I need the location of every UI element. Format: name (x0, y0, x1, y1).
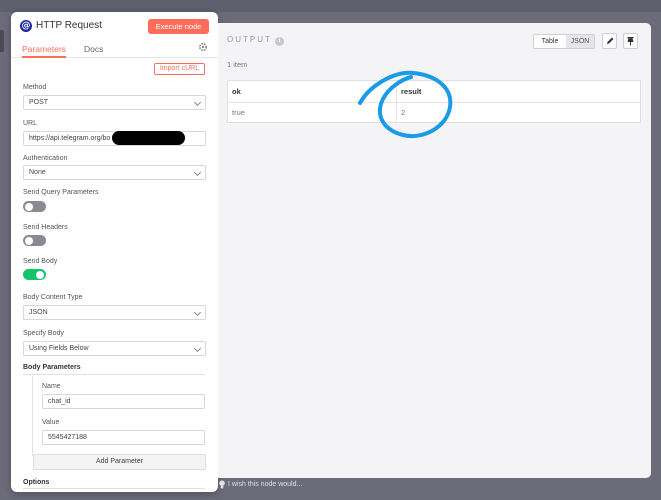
pencil-icon (607, 37, 614, 44)
toggle-knob (36, 270, 44, 279)
pin-output-button[interactable] (623, 33, 638, 49)
parameter-tabs: Parameters Docs (11, 44, 218, 58)
info-icon[interactable]: i (275, 37, 284, 46)
parameters-panel: @ HTTP Request Execute node Parameters D… (11, 12, 218, 492)
toggle-knob (25, 236, 33, 245)
url-label: URL (23, 120, 38, 127)
method-value: POST (29, 99, 49, 106)
node-title: HTTP Request (36, 20, 102, 31)
item-count: 1 item (227, 60, 248, 69)
table-cell-ok: true (232, 108, 245, 117)
param-name-label: Name (42, 383, 61, 390)
row-divider (228, 102, 640, 103)
gear-icon[interactable] (198, 42, 208, 52)
body-content-type-select[interactable]: JSON (23, 305, 206, 320)
options-label: Options (23, 479, 50, 486)
divider (23, 488, 205, 489)
view-table-button[interactable]: Table (534, 35, 566, 48)
body-content-type-label: Body Content Type (23, 294, 83, 301)
specify-body-value: Using Fields Below (29, 345, 89, 352)
param-value-input[interactable]: 5545427188 (42, 430, 205, 445)
send-headers-toggle[interactable] (23, 235, 46, 246)
tab-parameters[interactable]: Parameters (22, 44, 66, 58)
chevron-down-icon (193, 98, 202, 107)
feedback-bar: I wish this node would... (218, 478, 651, 492)
toggle-knob (25, 202, 33, 211)
column-header-result: result (401, 87, 422, 96)
output-table: ok result true 2 (227, 80, 641, 123)
specify-body-select[interactable]: Using Fields Below (23, 341, 206, 356)
send-body-label: Send Body (23, 258, 58, 265)
send-query-toggle[interactable] (23, 201, 46, 212)
pin-icon (627, 37, 634, 46)
url-value: https://api.telegram.org/bo (29, 135, 111, 142)
table-cell-result: 2 (401, 108, 406, 117)
param-group-line (32, 376, 33, 456)
output-title: OUTPUT (227, 35, 272, 44)
feedback-link[interactable]: I wish this node would... (228, 481, 302, 488)
chevron-down-icon (193, 168, 202, 177)
view-mode-toggle: Table JSON (533, 34, 595, 49)
param-value-value: 5545427188 (48, 434, 87, 441)
canvas-top-strip (0, 0, 661, 12)
method-select[interactable]: POST (23, 95, 206, 110)
chevron-down-icon (193, 344, 202, 353)
send-query-label: Send Query Parameters (23, 189, 99, 196)
specify-body-label: Specify Body (23, 330, 64, 337)
param-name-value: chat_id (48, 398, 71, 405)
add-parameter-button[interactable]: Add Parameter (33, 454, 206, 470)
authentication-select[interactable]: None (23, 165, 206, 180)
output-panel: OUTPUT i Table JSON 1 item ok result tru… (218, 23, 651, 478)
chevron-down-icon (193, 308, 202, 317)
body-content-type-value: JSON (29, 309, 48, 316)
tab-docs[interactable]: Docs (84, 44, 103, 58)
execute-node-button[interactable]: Execute node (148, 19, 209, 34)
canvas-left-handle (0, 30, 4, 52)
authentication-value: None (29, 169, 46, 176)
edit-output-button[interactable] (602, 33, 617, 49)
redaction-mark (112, 131, 185, 145)
param-name-input[interactable]: chat_id (42, 394, 205, 409)
body-parameters-label: Body Parameters (23, 364, 81, 371)
divider (23, 374, 205, 375)
node-header: @ HTTP Request Execute node (11, 12, 218, 42)
globe-icon: @ (20, 20, 32, 32)
param-value-label: Value (42, 419, 60, 426)
authentication-label: Authentication (23, 155, 68, 162)
column-header-ok: ok (232, 87, 241, 96)
view-json-button[interactable]: JSON (566, 35, 594, 48)
method-label: Method (23, 84, 47, 91)
import-curl-button[interactable]: Import cURL (154, 63, 205, 75)
send-body-toggle[interactable] (23, 269, 46, 280)
lightbulb-icon (219, 480, 225, 489)
send-headers-label: Send Headers (23, 224, 68, 231)
